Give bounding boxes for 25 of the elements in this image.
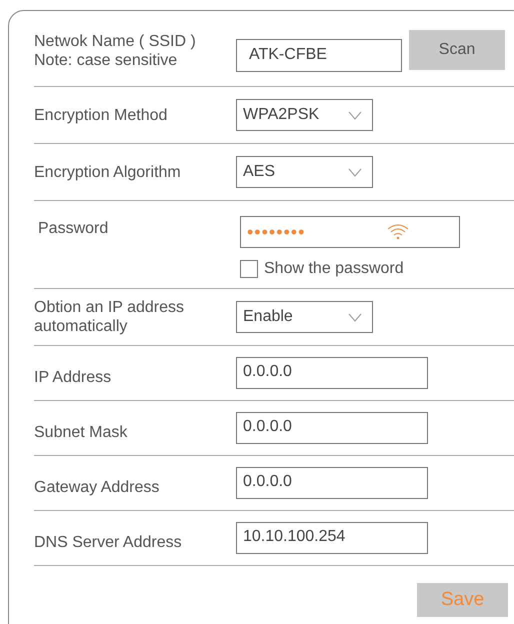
checkbox-label: Show the password xyxy=(264,259,404,278)
input-field[interactable]: 0.0.0.0 xyxy=(236,467,428,499)
chevron-icon xyxy=(348,168,362,176)
input-field[interactable]: ATK-CFBE xyxy=(236,38,402,72)
input-field[interactable]: 0.0.0.0 xyxy=(236,357,428,389)
chevron-icon xyxy=(348,110,362,120)
field-label: Encryption Algorithm xyxy=(34,162,182,182)
field-label: Subnet Mask xyxy=(34,422,128,442)
input-field[interactable]: 0.0.0.0 xyxy=(236,412,428,444)
dropdown[interactable]: AES xyxy=(236,156,373,188)
field-label: DNS Server Address xyxy=(34,532,183,552)
chevron-icon xyxy=(348,312,362,322)
dropdown[interactable]: Enable xyxy=(236,301,373,333)
field-label: Obtion an IP address automatically xyxy=(34,298,186,336)
field-label: Encryption Method xyxy=(34,106,168,124)
field-label: IP Address xyxy=(34,368,112,386)
input-field[interactable]: 10.10.100.254 xyxy=(236,522,428,554)
dropdown[interactable]: WPA2PSK xyxy=(236,99,373,131)
field-label: Netwok Name ( SSID ) xyxy=(34,32,197,50)
field-label: Password xyxy=(38,219,110,238)
field-note: Note: case sensitive xyxy=(34,50,178,70)
wifi-icon xyxy=(387,224,409,240)
checkbox[interactable] xyxy=(240,260,258,278)
field-label: Gateway Address xyxy=(34,478,160,496)
scan-button[interactable]: Scan xyxy=(409,30,505,70)
